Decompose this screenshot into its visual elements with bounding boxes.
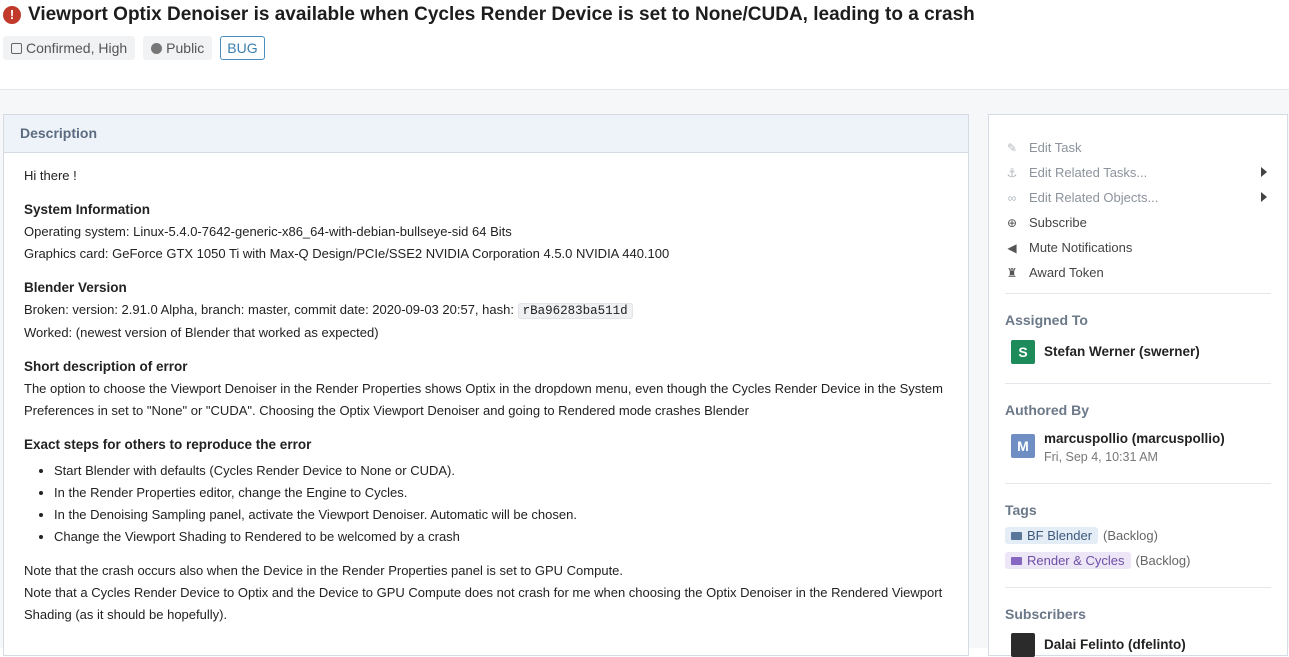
list-item: Change the Viewport Shading to Rendered … — [54, 526, 948, 548]
list-item: Start Blender with defaults (Cycles Rend… — [54, 460, 948, 482]
submenu-arrow-icon — [1261, 192, 1267, 202]
subscriber[interactable]: Dalai Felinto (dfelinto) — [1011, 633, 1186, 657]
globe-icon — [151, 42, 163, 54]
tag-note: (Backlog) — [1135, 553, 1191, 568]
tags-heading: Tags — [1005, 502, 1037, 518]
action-label: Subscribe — [1029, 215, 1087, 230]
status-badge: Confirmed, High — [3, 36, 136, 60]
assignee-name[interactable]: Stefan Werner (swerner) — [1044, 343, 1200, 361]
type-badge[interactable]: BUG — [220, 36, 265, 60]
briefcase-icon — [1011, 556, 1022, 565]
os-line: Operating system: Linux-5.4.0-7642-gener… — [24, 224, 512, 239]
description-panel: Description Hi there ! System Informatio… — [3, 114, 969, 656]
version-heading: Blender Version — [24, 280, 127, 295]
author-name[interactable]: marcuspollio (marcuspollio) — [1044, 430, 1225, 448]
list-item: In the Render Properties editor, change … — [54, 482, 948, 504]
divider — [1005, 293, 1271, 294]
action-label: Mute Notifications — [1029, 240, 1133, 255]
tag-render-cycles[interactable]: Render & Cycles — [1005, 552, 1131, 569]
action-list: ✎ Edit Task ⚓ Edit Related Tasks... ∞ Ed… — [1005, 135, 1271, 285]
link-icon: ∞ — [1007, 190, 1017, 205]
avatar: S — [1011, 340, 1035, 364]
award-token-action[interactable]: ♜ Award Token — [1005, 260, 1271, 285]
greeting: Hi there ! — [24, 168, 77, 183]
edit-related-tasks-action[interactable]: ⚓ Edit Related Tasks... — [1005, 160, 1271, 185]
divider — [1005, 383, 1271, 384]
edit-task-action[interactable]: ✎ Edit Task — [1005, 135, 1271, 160]
broken-line: Broken: version: 2.91.0 Alpha, branch: m… — [24, 299, 948, 322]
subscribe-action[interactable]: ⊕ Subscribe — [1005, 210, 1271, 235]
visibility-badge-label: Public — [166, 40, 205, 56]
status-badge-label: Confirmed, High — [26, 40, 128, 56]
plus-circle-icon: ⊕ — [1006, 215, 1018, 230]
alert-icon: ! — [3, 6, 21, 24]
short-heading: Short description of error — [24, 359, 188, 374]
note-1: Note that the crash occurs also when the… — [24, 563, 624, 578]
edit-related-objects-action[interactable]: ∞ Edit Related Objects... — [1005, 185, 1271, 210]
task-header: ! Viewport Optix Denoiser is available w… — [0, 0, 1289, 90]
trophy-icon: ♜ — [1006, 265, 1018, 280]
action-label: Award Token — [1029, 265, 1104, 280]
sidebar-panel: ✎ Edit Task ⚓ Edit Related Tasks... ∞ Ed… — [988, 114, 1288, 657]
tag-bf-blender[interactable]: BF Blender — [1005, 527, 1099, 544]
tag-label: BF Blender — [1027, 528, 1093, 543]
divider — [1005, 483, 1271, 484]
action-label: Edit Task — [1029, 140, 1082, 155]
note-2: Note that a Cycles Render Device to Opti… — [24, 585, 943, 622]
tag-row: Render & Cycles (Backlog) — [1005, 552, 1190, 569]
worked-line: Worked: (newest version of Blender that … — [24, 325, 379, 340]
subscriber-name[interactable]: Dalai Felinto (dfelinto) — [1044, 636, 1186, 654]
author-date: Fri, Sep 4, 10:31 AM — [1044, 450, 1158, 464]
broken-text: Broken: version: 2.91.0 Alpha, branch: m… — [24, 302, 514, 317]
mute-notifications-action[interactable]: ◀ Mute Notifications — [1005, 235, 1271, 260]
avatar: M — [1011, 434, 1035, 458]
authored-heading: Authored By — [1005, 402, 1089, 418]
action-label: Edit Related Objects... — [1029, 190, 1159, 205]
tag-label: Render & Cycles — [1027, 553, 1125, 568]
pencil-icon: ✎ — [1006, 140, 1018, 155]
short-text: The option to choose the Viewport Denois… — [24, 381, 943, 418]
description-heading: Description — [4, 115, 968, 153]
volume-icon: ◀ — [1007, 240, 1017, 255]
checkbox-icon — [11, 42, 22, 54]
avatar — [1011, 633, 1035, 657]
page-title: Viewport Optix Denoiser is available whe… — [28, 4, 975, 25]
steps-heading: Exact steps for others to reproduce the … — [24, 437, 312, 452]
sysinfo-heading: System Information — [24, 202, 151, 217]
tag-row: BF Blender (Backlog) — [1005, 527, 1158, 544]
assigned-heading: Assigned To — [1005, 312, 1088, 328]
author[interactable]: M marcuspollio (marcuspollio) Fri, Sep 4… — [1011, 430, 1225, 466]
badges: Confirmed, High Public BUG — [3, 36, 265, 60]
briefcase-icon — [1011, 531, 1022, 540]
assignee[interactable]: S Stefan Werner (swerner) — [1011, 340, 1200, 364]
tag-note: (Backlog) — [1103, 528, 1158, 543]
gpu-line: Graphics card: GeForce GTX 1050 Ti with … — [24, 246, 670, 261]
action-label: Edit Related Tasks... — [1029, 165, 1148, 180]
visibility-badge: Public — [143, 36, 213, 60]
divider — [1005, 587, 1271, 588]
subscribers-heading: Subscribers — [1005, 606, 1086, 622]
description-body: Hi there ! System Information Operating … — [4, 153, 968, 638]
title-row: ! Viewport Optix Denoiser is available w… — [3, 4, 975, 26]
commit-hash[interactable]: rBa96283ba511d — [517, 303, 633, 319]
submenu-arrow-icon — [1261, 167, 1267, 177]
anchor-icon: ⚓ — [1006, 165, 1018, 180]
steps-list: Start Blender with defaults (Cycles Rend… — [24, 460, 948, 548]
list-item: In the Denoising Sampling panel, activat… — [54, 504, 948, 526]
